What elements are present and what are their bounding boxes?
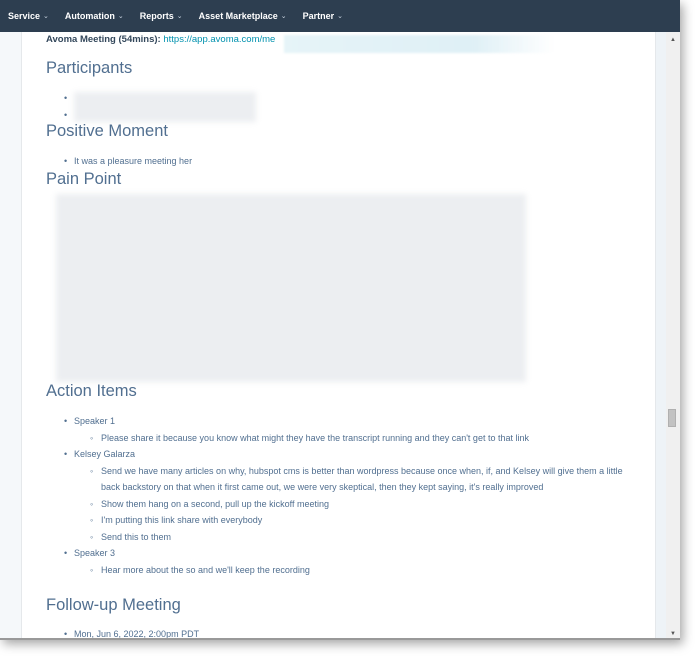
nav-partner[interactable]: Partner ⌄	[303, 11, 343, 21]
action-items-heading: Action Items	[46, 382, 137, 400]
speaker-item: Kelsey Galarza Send we have many article…	[64, 446, 634, 546]
nav-automation[interactable]: Automation ⌄	[65, 11, 124, 21]
list-item: It was a pleasure meeting her	[64, 153, 192, 170]
positive-moment-heading: Positive Moment	[46, 122, 168, 140]
participants-heading: Participants	[46, 59, 133, 77]
speaker-item: Speaker 3 Hear more about the so and we'…	[64, 545, 634, 579]
window: Service ⌄ Automation ⌄ Reports ⌄ Asset Mark…	[0, 0, 680, 640]
scroll-up-icon[interactable]: ▲	[666, 34, 680, 46]
action-item: Send we have many articles on why, hubsp…	[90, 463, 634, 496]
redacted-pain-point	[56, 194, 526, 382]
meeting-label: Avoma Meeting (54mins):	[46, 34, 161, 45]
action-item: I'm putting this link share with everybo…	[90, 512, 634, 529]
scrollbar-thumb[interactable]	[668, 409, 676, 427]
action-item: Show them hang on a second, pull up the …	[90, 496, 634, 513]
note-content: Avoma Meeting (54mins): https://app.avom…	[22, 32, 656, 640]
left-gutter	[0, 32, 22, 640]
action-item: Hear more about the so and we'll keep th…	[90, 562, 634, 579]
scrollbar[interactable]: ▲ ▼	[666, 32, 680, 640]
right-gutter	[656, 32, 666, 640]
speaker-name: Kelsey Galarza	[74, 449, 136, 459]
speaker-item: Speaker 1 Please share it because you kn…	[64, 413, 634, 447]
speaker-name: Speaker 1	[74, 416, 116, 426]
action-item: Please share it because you know what mi…	[90, 430, 634, 447]
speaker-name: Speaker 3	[74, 548, 116, 558]
chevron-down-icon: ⌄	[43, 13, 49, 20]
nav-label: Service	[8, 11, 41, 21]
chevron-down-icon: ⌄	[337, 13, 343, 20]
bottom-border	[0, 638, 680, 640]
pain-point-heading: Pain Point	[46, 170, 122, 188]
meeting-link[interactable]: https://app.avoma.com/me	[163, 34, 275, 45]
action-items-list: Speaker 1 Please share it because you kn…	[64, 413, 634, 579]
speaker-actions: Send we have many articles on why, hubsp…	[74, 463, 634, 546]
chevron-down-icon: ⌄	[176, 13, 183, 20]
nav-service[interactable]: Service ⌄	[8, 11, 49, 21]
chevron-down-icon: ⌄	[117, 13, 124, 20]
nav-label: Reports	[139, 11, 174, 21]
meeting-link-line: Avoma Meeting (54mins): https://app.avom…	[46, 34, 275, 45]
nav-label: Partner	[302, 11, 335, 21]
speaker-actions: Please share it because you know what mi…	[74, 430, 634, 447]
action-item: Send this to them	[90, 529, 634, 546]
nav-reports[interactable]: Reports ⌄	[140, 11, 183, 21]
nav-asset-marketplace[interactable]: Asset Marketplace ⌄	[199, 11, 287, 21]
follow-up-heading: Follow-up Meeting	[46, 596, 181, 614]
speaker-actions: Hear more about the so and we'll keep th…	[74, 562, 634, 579]
nav-label: Automation	[64, 11, 115, 21]
top-navigation: Service ⌄ Automation ⌄ Reports ⌄ Asset Mark…	[0, 0, 680, 32]
positive-moment-list: It was a pleasure meeting her	[64, 153, 192, 170]
redacted-participants	[74, 92, 256, 122]
redacted-region	[284, 35, 554, 53]
nav-label: Asset Marketplace	[198, 11, 278, 21]
chevron-down-icon: ⌄	[280, 13, 287, 20]
